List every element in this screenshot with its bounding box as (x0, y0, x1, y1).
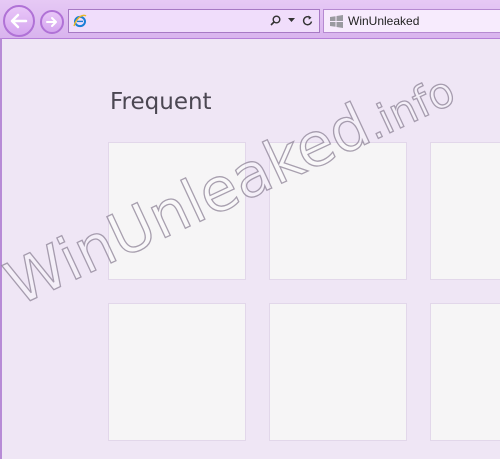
browser-tab[interactable]: WinUnleaked (323, 9, 500, 33)
tab-title: WinUnleaked (348, 14, 420, 28)
back-button[interactable] (3, 5, 35, 37)
dropdown-icon[interactable] (288, 18, 295, 23)
forward-arrow-icon (46, 17, 57, 27)
watermark-suffix: .info (357, 65, 463, 150)
frequent-site-tile[interactable] (430, 303, 500, 441)
address-bar[interactable] (68, 9, 320, 33)
forward-button[interactable] (40, 10, 64, 34)
frequent-site-tile[interactable] (108, 303, 246, 441)
frequent-site-tile[interactable] (269, 303, 407, 441)
page-title: Frequent (110, 89, 212, 115)
frequent-site-tile[interactable] (430, 142, 500, 280)
refresh-icon[interactable] (302, 15, 313, 26)
frequent-site-tile[interactable] (108, 142, 246, 280)
search-icon[interactable] (270, 15, 281, 26)
window-border (0, 38, 2, 459)
ie-logo-icon (73, 14, 87, 28)
browser-toolbar: WinUnleaked (0, 0, 500, 39)
frequent-site-tile[interactable] (269, 142, 407, 280)
back-arrow-icon (10, 13, 28, 29)
windows-logo-icon (330, 14, 343, 28)
